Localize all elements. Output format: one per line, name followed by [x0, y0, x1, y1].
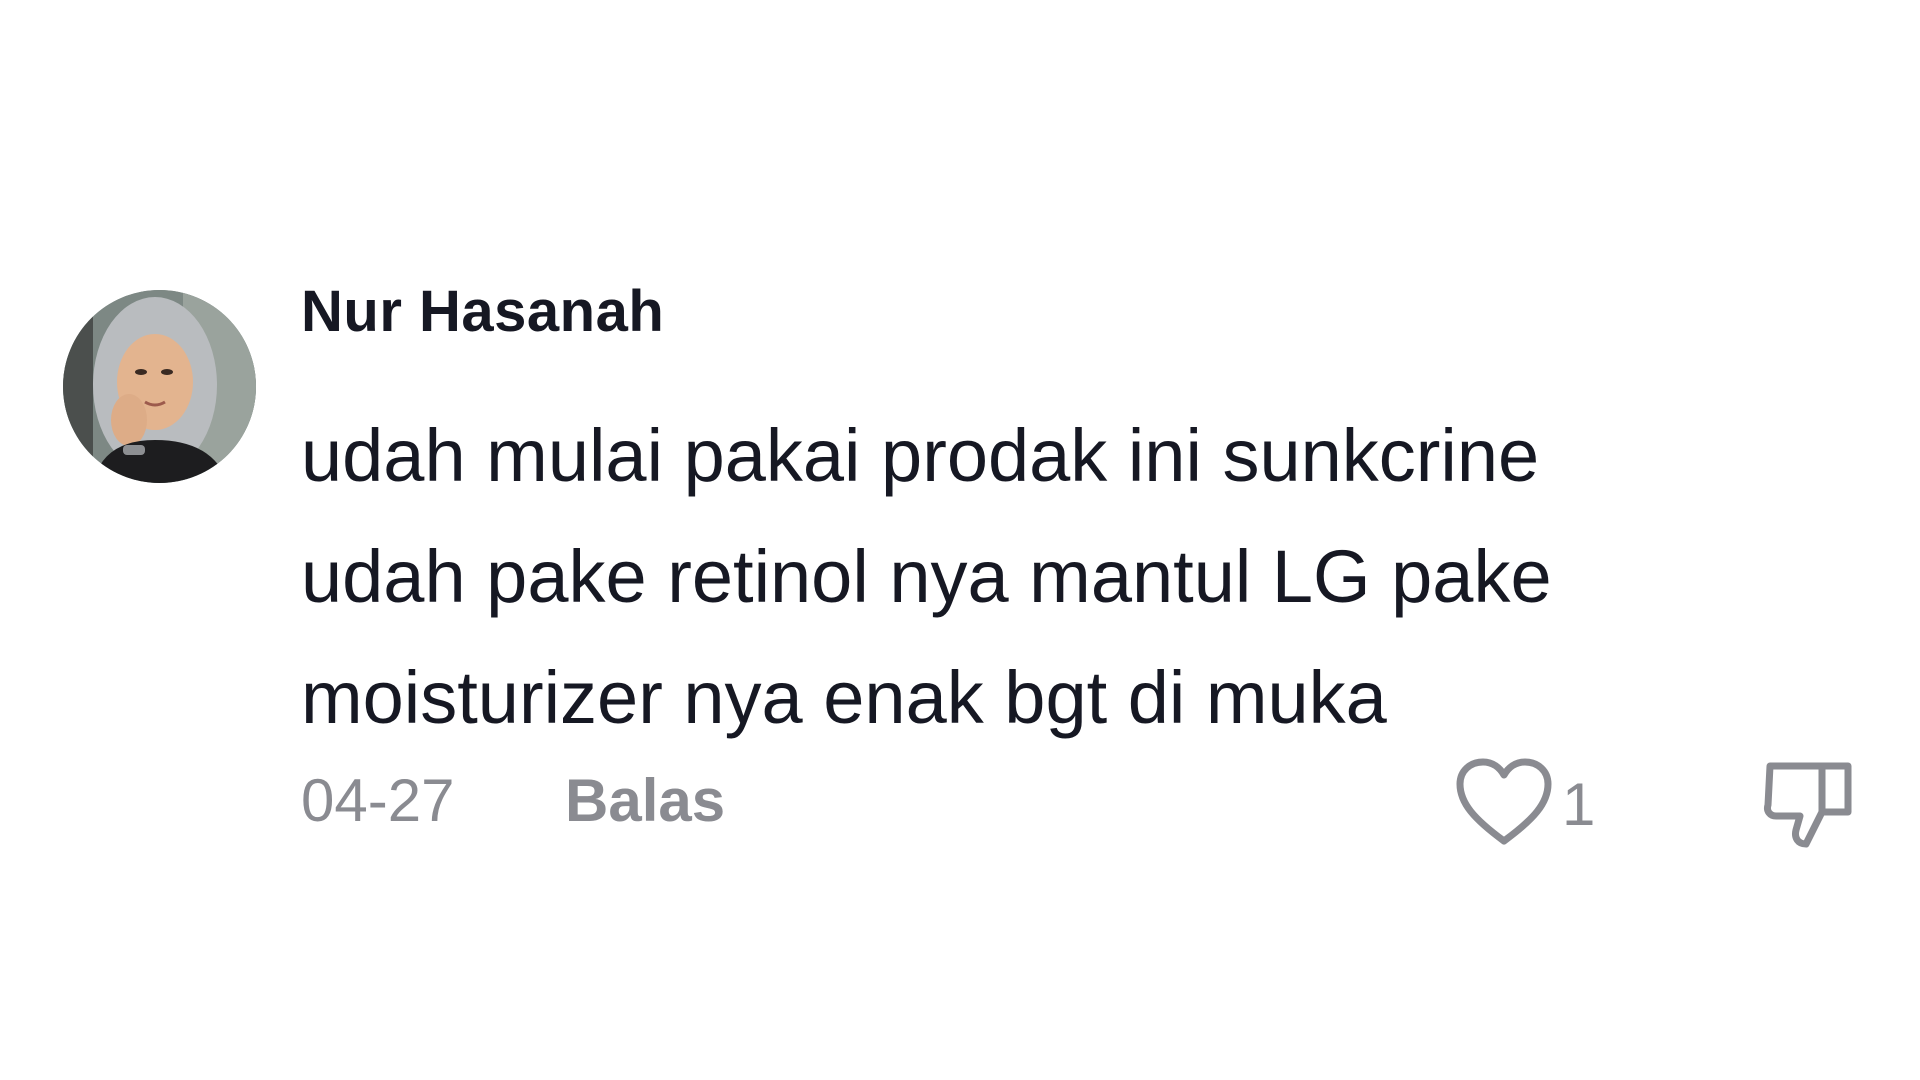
comment-text-line: udah pake retinol nya mantul LG pake — [301, 535, 1552, 618]
dislike-button[interactable] — [1760, 754, 1860, 854]
like-button[interactable]: 1 — [1454, 757, 1595, 852]
avatar[interactable] — [63, 290, 256, 483]
avatar-image — [63, 290, 256, 483]
comment-text: udah mulai pakai prodak ini sunkcrine ud… — [301, 395, 1721, 758]
thumbs-down-outline-icon — [1760, 762, 1860, 858]
comment-text-line: udah mulai pakai prodak ini sunkcrine — [301, 414, 1540, 497]
reply-button[interactable]: Balas — [565, 766, 725, 835]
comment-date: 04-27 — [301, 767, 455, 834]
comment-username[interactable]: Nur Hasanah — [301, 278, 664, 345]
like-count: 1 — [1562, 771, 1596, 838]
heart-outline-icon — [1454, 757, 1554, 852]
comment-text-line: moisturizer nya enak bgt di muka — [301, 656, 1387, 739]
